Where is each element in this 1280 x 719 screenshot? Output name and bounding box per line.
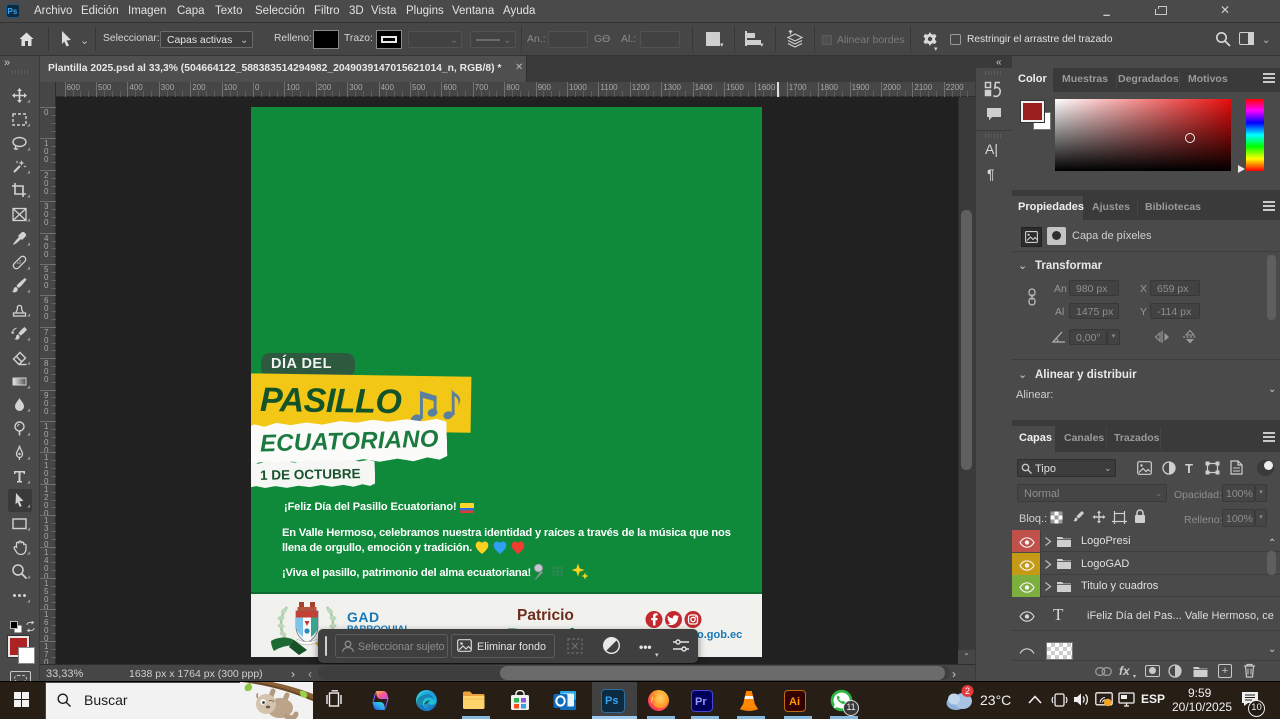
svg-text:2: 2 — [965, 686, 970, 696]
